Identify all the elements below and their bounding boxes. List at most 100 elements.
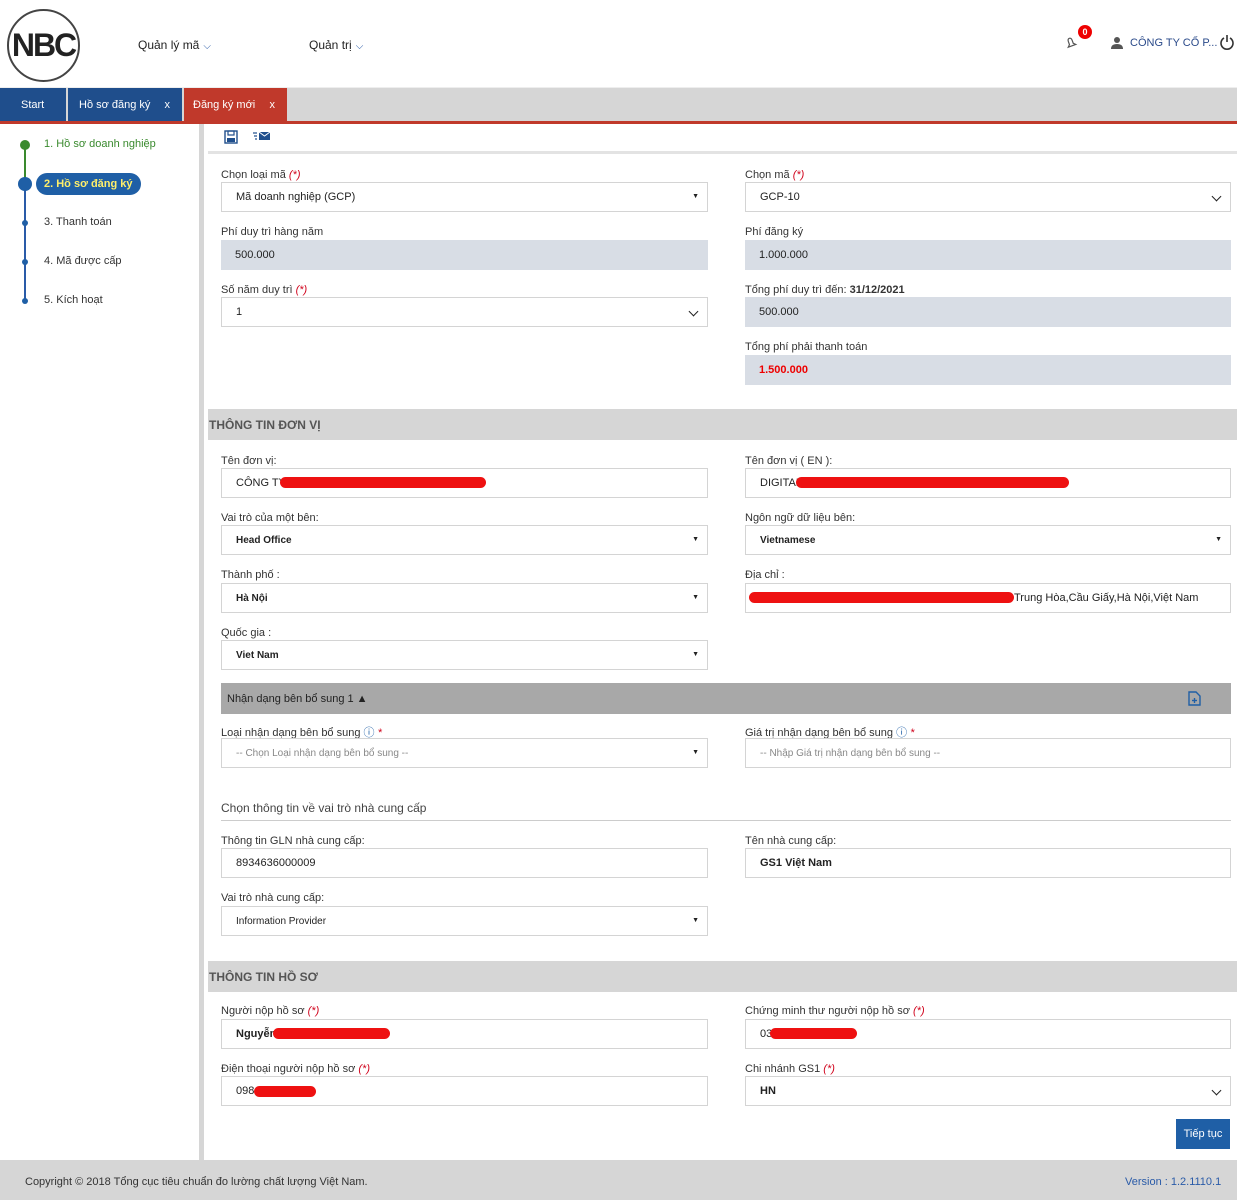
step-4[interactable]: 4. Mã được cấp: [44, 255, 122, 267]
select-value: Vietnamese: [760, 534, 816, 546]
lang-select[interactable]: Vietnamese: [745, 525, 1231, 555]
user-menu[interactable]: CÔNG TY CỔ P...: [1110, 36, 1217, 50]
country-label: Quốc gia :: [221, 627, 272, 639]
nav-label: Quản lý mã: [138, 38, 200, 52]
redaction-mark: [749, 592, 1014, 603]
input-value: 098: [236, 1085, 255, 1097]
copyright-text: Copyright © 2018 Tổng cục tiêu chuẩn đo …: [25, 1176, 368, 1188]
notification-badge: 0: [1078, 25, 1092, 39]
tab-dang-ky-moi[interactable]: Đăng ký mới x: [184, 88, 287, 121]
extra-id-title: Nhận dạng bên bổ sung 1 ▲: [227, 692, 368, 705]
continue-button[interactable]: Tiếp tục: [1176, 1119, 1230, 1149]
divider: [221, 820, 1231, 821]
role-label: Vai trò của một bên:: [221, 512, 319, 524]
role-select[interactable]: Head Office: [221, 525, 708, 555]
code-select[interactable]: GCP-10: [745, 182, 1231, 212]
wizard-sidebar: 1. Hồ sơ doanh nghiệp 2. Hồ sơ đăng ký 3…: [0, 124, 204, 1160]
select-value: 1: [236, 306, 243, 318]
step-dot: [22, 220, 28, 226]
user-icon: [1111, 37, 1123, 49]
unit-section-header: THÔNG TIN ĐƠN VỊ: [208, 409, 1237, 440]
city-select[interactable]: Hà Nội: [221, 583, 708, 613]
tab-label: Hồ sơ đăng ký: [79, 98, 151, 111]
select-placeholder: -- Chọn Loại nhận dạng bên bổ sung --: [236, 747, 409, 759]
provider-name-label: Tên nhà cung cấp:: [745, 835, 837, 847]
input-value: Nguyễn: [236, 1028, 277, 1040]
redaction-mark: [770, 1028, 857, 1039]
redaction-mark: [796, 477, 1069, 488]
gln-input[interactable]: 8934636000009: [221, 848, 708, 878]
chevron-down-icon: ⌵: [203, 41, 211, 52]
close-icon[interactable]: x: [270, 99, 276, 111]
step-dot: [22, 298, 28, 304]
total-maint-label: Tổng phí duy trì đến: 31/12/2021: [745, 284, 905, 296]
lang-label: Ngôn ngữ dữ liệu bên:: [745, 512, 856, 524]
nav-quan-tri[interactable]: Quản trị ⌵: [309, 38, 363, 52]
step-dot: [20, 140, 30, 150]
extra-id-header[interactable]: Nhận dạng bên bổ sung 1 ▲: [221, 683, 1231, 714]
nav-quan-ly-ma[interactable]: Quản lý mã ⌵: [138, 38, 211, 52]
total-maint-value: 500.000: [745, 297, 1231, 327]
step-2[interactable]: 2. Hồ sơ đăng ký: [36, 173, 141, 195]
code-type-select[interactable]: Mã doanh nghiệp (GCP): [221, 182, 708, 212]
address-label: Địa chỉ :: [745, 569, 785, 581]
input-value: GS1 Việt Nam: [760, 857, 832, 869]
total-pay-value: 1.500.000: [745, 355, 1231, 385]
redaction-mark: [254, 1086, 316, 1097]
provider-role-label: Vai trò nhà cung cấp:: [221, 892, 325, 904]
step-1[interactable]: 1. Hồ sơ doanh nghiệp: [44, 138, 156, 150]
unit-name-label: Tên đơn vị:: [221, 455, 277, 467]
extra-type-select[interactable]: -- Chọn Loại nhận dạng bên bổ sung --: [221, 738, 708, 768]
country-select[interactable]: Viet Nam: [221, 640, 708, 670]
send-mail-icon[interactable]: [253, 130, 271, 142]
dossier-section-header: THÔNG TIN HỒ SƠ: [208, 961, 1237, 992]
input-value: 8934636000009: [236, 857, 316, 869]
reg-fee-label: Phí đăng ký: [745, 226, 804, 238]
extra-value-input[interactable]: -- Nhập Giá trị nhận dạng bên bổ sung --: [745, 738, 1231, 768]
city-label: Thành phố :: [221, 569, 280, 581]
code-type-label: Chọn loại mã (*): [221, 169, 301, 181]
step-dot-current: [18, 177, 32, 191]
input-value: Trung Hòa,Cầu Giấy,Hà Nội,Việt Nam: [1014, 592, 1199, 604]
redaction-mark: [280, 477, 486, 488]
years-label: Số năm duy trì (*): [221, 284, 308, 296]
form-toolbar: [208, 124, 1237, 154]
reg-fee-value: 1.000.000: [745, 240, 1231, 270]
submitter-label: Người nộp hồ sơ (*): [221, 1005, 320, 1017]
step-5[interactable]: 5. Kích hoạt: [44, 294, 103, 306]
save-icon[interactable]: [224, 130, 238, 144]
provider-name-input[interactable]: GS1 Việt Nam: [745, 848, 1231, 878]
years-select[interactable]: 1: [221, 297, 708, 327]
select-value: HN: [760, 1085, 776, 1097]
app-header: NBC Quản lý mã ⌵ Quản trị ⌵ 0 CÔNG TY CỔ P…: [0, 0, 1237, 88]
phone-label: Điện thoại người nộp hồ sơ (*): [221, 1063, 370, 1075]
close-icon[interactable]: x: [165, 99, 171, 111]
code-label: Chọn mã (*): [745, 169, 805, 181]
provider-role-select[interactable]: Information Provider: [221, 906, 708, 936]
bell-icon[interactable]: [1063, 35, 1079, 51]
tab-bar: Start Hồ sơ đăng ký x Đăng ký mới x: [0, 88, 1237, 124]
select-value: Mã doanh nghiệp (GCP): [236, 191, 356, 203]
step-dot: [22, 259, 28, 265]
branch-select[interactable]: HN: [745, 1076, 1231, 1106]
tab-start[interactable]: Start: [0, 88, 66, 121]
power-icon[interactable]: [1219, 34, 1235, 50]
unit-name-en-label: Tên đơn vị ( EN ):: [745, 455, 833, 467]
tab-label: Đăng ký mới: [193, 98, 256, 111]
annual-fee-label: Phí duy trì hàng năm: [221, 226, 324, 238]
select-value: Viet Nam: [236, 649, 279, 661]
version-text: Version : 1.2.1110.1: [1125, 1176, 1222, 1188]
add-file-icon[interactable]: [1188, 691, 1201, 706]
input-placeholder: -- Nhập Giá trị nhận dạng bên bổ sung --: [760, 747, 941, 759]
nbc-logo[interactable]: NBC: [7, 9, 80, 82]
select-value: Hà Nội: [236, 592, 268, 604]
redaction-mark: [273, 1028, 390, 1039]
provider-heading: Chọn thông tin về vai trò nhà cung cấp: [221, 801, 427, 815]
total-pay-label: Tổng phí phải thanh toán: [745, 341, 868, 353]
tab-ho-so-dang-ky[interactable]: Hồ sơ đăng ký x: [68, 88, 182, 121]
step-3[interactable]: 3. Thanh toán: [44, 216, 112, 228]
select-value: Information Provider: [236, 915, 327, 927]
id-label: Chứng minh thư người nộp hồ sơ (*): [745, 1005, 925, 1017]
tab-label: Start: [21, 98, 45, 111]
gln-label: Thông tin GLN nhà cung cấp:: [221, 835, 365, 847]
